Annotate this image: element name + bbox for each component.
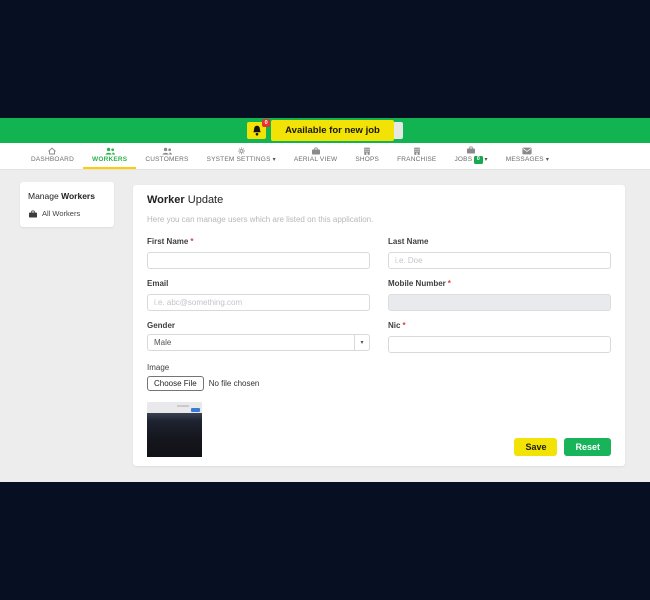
briefcase-icon [311,147,321,155]
required-marker: * [448,279,451,288]
gear-icon [237,147,246,155]
field-gender: Gender Male ▾ [147,321,370,353]
shop-icon [363,147,371,155]
nav-item-label: DASHBOARD [31,157,74,164]
nav-item-text: JOBS [454,157,472,164]
page-title-bold: Worker [147,194,185,206]
sidebar-title-bold: Workers [61,191,95,201]
preview-header [147,402,202,413]
last-name-input[interactable] [388,252,611,269]
field-last-name: Last Name [388,237,611,269]
jobs-count-badge: 0 [474,156,482,164]
nic-label: Nic* [388,321,611,330]
nav-item-aerial-view[interactable]: AERIAL VIEW [285,143,347,169]
field-first-name: First Name* [147,237,370,269]
chevron-down-icon: ▾ [354,335,369,350]
bottom-navy-band [0,482,650,600]
availability-bar-fragment [394,122,403,139]
last-name-label: Last Name [388,237,611,246]
nav-item-label: SYSTEM SETTINGS ▾ [207,157,276,164]
sidebar-item-all-workers[interactable]: All Workers [28,209,106,218]
label-text: Nic [388,321,400,330]
chevron-down-icon: ▾ [485,157,488,163]
worker-update-form: First Name* Last Name Email Mobile Numbe… [147,237,611,353]
notification-bell-button[interactable]: 0 [247,122,266,139]
save-button[interactable]: Save [514,438,557,456]
nav-item-messages[interactable]: MESSAGES ▾ [497,143,558,169]
page-subtitle: Here you can manage users which are list… [147,215,611,224]
required-marker: * [190,237,193,246]
nav-item-label: WORKERS [92,157,127,164]
available-for-job-button[interactable]: Available for new job [271,120,394,141]
jobs-briefcase-icon [466,146,476,154]
first-name-label: First Name* [147,237,370,246]
sidebar-item-label: All Workers [42,209,80,218]
nav-item-label: SHOPS [355,157,379,164]
nav-item-label: JOBS 0 ▾ [454,156,487,164]
availability-bar: 0 Available for new job [0,118,650,143]
home-icon [46,147,58,155]
file-chosen-status: No file chosen [209,379,260,388]
nic-input[interactable] [388,336,611,353]
notification-count-badge: 0 [262,119,270,127]
email-field[interactable] [147,294,370,311]
all-workers-briefcase-icon [28,210,38,218]
page-title-normal: Update [185,194,224,206]
envelope-icon [522,147,532,155]
field-mobile-number: Mobile Number* [388,279,611,311]
workers-icon [104,147,116,155]
chevron-down-icon: ▾ [546,157,549,163]
main-navbar: DASHBOARD WORKERS CUSTOMERS SYSTEM SETTI… [0,143,650,170]
page-title: Worker Update [147,194,611,206]
nav-item-jobs[interactable]: JOBS 0 ▾ [445,143,496,169]
worker-update-card: Worker Update Here you can manage users … [133,185,625,466]
field-email: Email [147,279,370,311]
nav-item-label: MESSAGES ▾ [506,157,549,164]
choose-file-button[interactable]: Choose File [147,376,204,391]
building-icon [413,147,421,155]
preview-body [147,413,202,457]
nav-item-dashboard[interactable]: DASHBOARD [22,143,83,169]
label-text: First Name [147,237,188,246]
nav-item-shops[interactable]: SHOPS [346,143,388,169]
manage-workers-sidebar: Manage Workers All Workers [20,182,114,227]
gender-label: Gender [147,321,370,330]
nav-item-text: SYSTEM SETTINGS [207,157,271,164]
gender-selected-value: Male [154,338,171,347]
image-label: Image [147,363,611,372]
first-name-input[interactable] [147,252,370,269]
label-text: Mobile Number [388,279,446,288]
form-actions: Save Reset [514,438,611,456]
file-input-row: Choose File No file chosen [147,376,611,391]
nav-item-label: CUSTOMERS [145,157,188,164]
nav-item-label: FRANCHISE [397,157,436,164]
required-marker: * [402,321,405,330]
mobile-number-label: Mobile Number* [388,279,611,288]
top-navy-band [0,0,650,118]
preview-blue-chip [191,408,200,412]
sidebar-title: Manage Workers [28,191,106,201]
chevron-down-icon: ▾ [273,157,276,163]
nav-item-label: AERIAL VIEW [294,157,338,164]
field-nic: Nic* [388,321,611,353]
gender-select[interactable]: Male ▾ [147,334,370,351]
customers-icon [161,147,173,155]
worker-image-preview [147,402,202,457]
mobile-number-input [388,294,611,311]
email-label: Email [147,279,370,288]
nav-item-franchise[interactable]: FRANCHISE [388,143,445,169]
reset-button[interactable]: Reset [564,438,611,456]
content-area: Manage Workers All Workers Worker Update… [0,170,650,482]
bell-icon [252,125,262,136]
sidebar-title-normal: Manage [28,191,61,201]
preview-header-line [177,405,189,407]
nav-item-text: MESSAGES [506,157,544,164]
nav-item-workers[interactable]: WORKERS [83,143,136,169]
nav-item-system-settings[interactable]: SYSTEM SETTINGS ▾ [198,143,285,169]
nav-item-customers[interactable]: CUSTOMERS [136,143,197,169]
